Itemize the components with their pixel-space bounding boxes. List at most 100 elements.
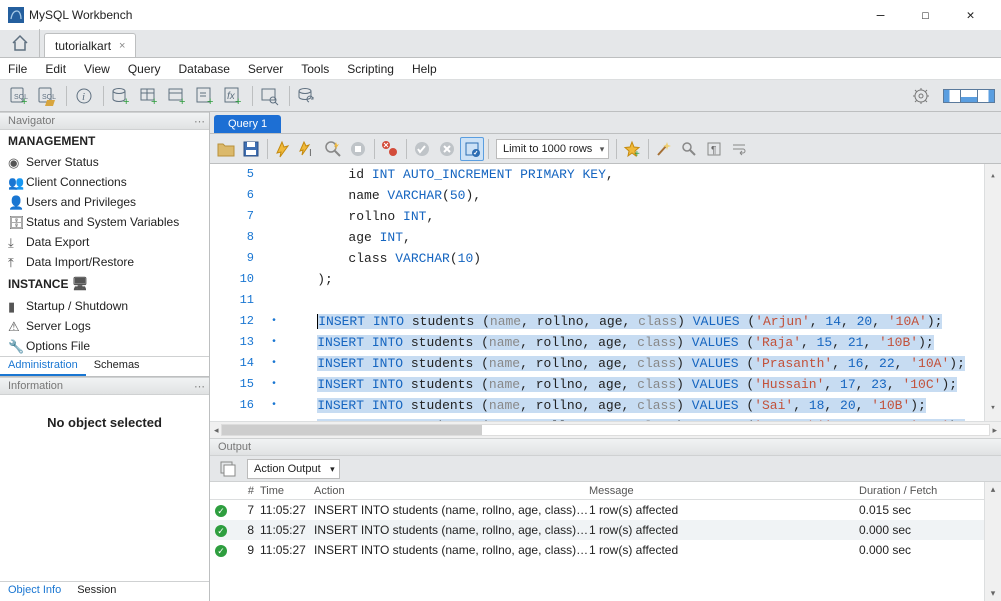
connection-tab-label: tutorialkart [55, 39, 111, 53]
create-table-button[interactable]: + [136, 83, 162, 109]
sql-line[interactable]: 14• INSERT INTO students (name, rollno, … [210, 353, 1001, 374]
sql-line[interactable]: 5 id INT AUTO_INCREMENT PRIMARY KEY, [210, 164, 1001, 185]
open-sql-file-button[interactable]: SQL [34, 83, 60, 109]
execute-current-button[interactable]: I [296, 137, 320, 161]
home-tabs: tutorialkart × [0, 30, 1001, 58]
explain-button[interactable] [321, 137, 345, 161]
limit-rows-dropdown[interactable]: Limit to 1000 rows [496, 139, 609, 159]
svg-text:SQL: SQL [42, 94, 56, 101]
home-tab[interactable] [0, 29, 40, 57]
navtab-schemas[interactable]: Schemas [86, 357, 148, 376]
sql-line[interactable]: 7 rollno INT, [210, 206, 1001, 227]
toggle-error-button[interactable] [378, 137, 402, 161]
information-body: No object selected [0, 395, 209, 581]
query-tab-bar: Query 1 [210, 112, 1001, 134]
app-icon [8, 7, 24, 23]
toggle-invisible-button[interactable]: ¶ [702, 137, 726, 161]
create-procedure-button[interactable]: + [192, 83, 218, 109]
svg-text:+: + [123, 96, 129, 106]
svg-text:+: + [21, 96, 27, 106]
menu-bar: File Edit View Query Database Server Too… [0, 58, 1001, 80]
sql-line[interactable]: 12• INSERT INTO students (name, rollno, … [210, 311, 1001, 332]
nav-options-file[interactable]: 🔧Options File [0, 336, 209, 356]
nav-data-import[interactable]: ⤒Data Import/Restore [0, 252, 209, 272]
menu-edit[interactable]: Edit [45, 62, 66, 76]
create-function-button[interactable]: fx+ [220, 83, 246, 109]
sql-line[interactable]: 17• INSERT INTO students (name, rollno, … [210, 416, 1001, 421]
create-view-button[interactable]: + [164, 83, 190, 109]
sql-line[interactable]: 11 [210, 290, 1001, 311]
output-row[interactable]: ✓911:05:27INSERT INTO students (name, ro… [210, 540, 1001, 560]
main-area: Navigator⋯ MANAGEMENT ◉Server Status 👥Cl… [0, 112, 1001, 601]
navtab-administration[interactable]: Administration [0, 357, 86, 376]
save-file-button[interactable] [239, 137, 263, 161]
nav-status-vars[interactable]: 🗄Status and System Variables [0, 212, 209, 232]
menu-server[interactable]: Server [248, 62, 283, 76]
sql-line[interactable]: 9 class VARCHAR(10) [210, 248, 1001, 269]
sql-line[interactable]: 16• INSERT INTO students (name, rollno, … [210, 395, 1001, 416]
infotab-objectinfo[interactable]: Object Info [0, 582, 69, 601]
commit-button[interactable] [410, 137, 434, 161]
create-schema-button[interactable]: + [108, 83, 134, 109]
minimize-button[interactable]: — [858, 1, 903, 30]
find-button[interactable] [677, 137, 701, 161]
rollback-button[interactable] [435, 137, 459, 161]
nav-server-logs[interactable]: ⚠Server Logs [0, 316, 209, 336]
panel-bottom-button[interactable] [960, 89, 978, 103]
menu-database[interactable]: Database [179, 62, 230, 76]
sql-line[interactable]: 10 ); [210, 269, 1001, 290]
preferences-button[interactable] [908, 83, 934, 109]
output-columns: # Time Action Message Duration / Fetch [210, 482, 1001, 500]
close-button[interactable]: ✕ [948, 1, 993, 30]
output-rows: ✓711:05:27INSERT INTO students (name, ro… [210, 500, 1001, 560]
editor-hscrollbar[interactable]: ◂▸ [210, 421, 1001, 438]
nav-server-status[interactable]: ◉Server Status [0, 152, 209, 172]
tab-close-icon[interactable]: × [119, 40, 125, 52]
status-ok-icon: ✓ [215, 525, 227, 537]
sql-editor[interactable]: ▴▾ 5 id INT AUTO_INCREMENT PRIMARY KEY,6… [210, 164, 1001, 421]
navigator-panel: Navigator⋯ MANAGEMENT ◉Server Status 👥Cl… [0, 112, 210, 601]
open-file-button[interactable] [214, 137, 238, 161]
panel-right-button[interactable] [977, 89, 995, 103]
reconnect-button[interactable] [294, 83, 320, 109]
nav-users-privileges[interactable]: 👤Users and Privileges [0, 192, 209, 212]
nav-data-export[interactable]: ⤓Data Export [0, 232, 209, 252]
sql-line[interactable]: 13• INSERT INTO students (name, rollno, … [210, 332, 1001, 353]
stop-button[interactable] [346, 137, 370, 161]
nav-startup-shutdown[interactable]: ▮Startup / Shutdown [0, 296, 209, 316]
connection-tab[interactable]: tutorialkart × [44, 33, 136, 57]
snippets-button[interactable]: + [620, 137, 644, 161]
output-view-button[interactable] [216, 457, 240, 481]
editor-vscrollbar[interactable]: ▴▾ [984, 164, 1001, 421]
table-search-button[interactable] [257, 83, 283, 109]
svg-text:I: I [309, 148, 312, 158]
beautify-button[interactable] [652, 137, 676, 161]
svg-text:i: i [82, 91, 85, 103]
output-row[interactable]: ✓811:05:27INSERT INTO students (name, ro… [210, 520, 1001, 540]
svg-text:+: + [151, 96, 157, 106]
output-row[interactable]: ✓711:05:27INSERT INTO students (name, ro… [210, 500, 1001, 520]
new-sql-tab-button[interactable]: SQL+ [6, 83, 32, 109]
infotab-session[interactable]: Session [69, 582, 124, 601]
wrap-button[interactable] [727, 137, 751, 161]
menu-file[interactable]: File [8, 62, 27, 76]
query-tab[interactable]: Query 1 [214, 115, 281, 133]
inspector-button[interactable]: i [71, 83, 97, 109]
autocommit-button[interactable] [460, 137, 484, 161]
menu-view[interactable]: View [84, 62, 110, 76]
execute-button[interactable] [271, 137, 295, 161]
sql-line[interactable]: 6 name VARCHAR(50), [210, 185, 1001, 206]
output-header: Output [210, 438, 1001, 456]
sql-line[interactable]: 15• INSERT INTO students (name, rollno, … [210, 374, 1001, 395]
menu-query[interactable]: Query [128, 62, 161, 76]
maximize-button[interactable]: ☐ [903, 1, 948, 30]
panel-left-button[interactable] [943, 89, 961, 103]
menu-tools[interactable]: Tools [301, 62, 329, 76]
nav-client-connections[interactable]: 👥Client Connections [0, 172, 209, 192]
sql-line[interactable]: 8 age INT, [210, 227, 1001, 248]
menu-scripting[interactable]: Scripting [347, 62, 394, 76]
menu-help[interactable]: Help [412, 62, 437, 76]
information-header: Information⋯ [0, 377, 209, 395]
output-vscrollbar[interactable]: ▴▾ [984, 482, 1001, 601]
output-type-dropdown[interactable]: Action Output [247, 459, 340, 479]
